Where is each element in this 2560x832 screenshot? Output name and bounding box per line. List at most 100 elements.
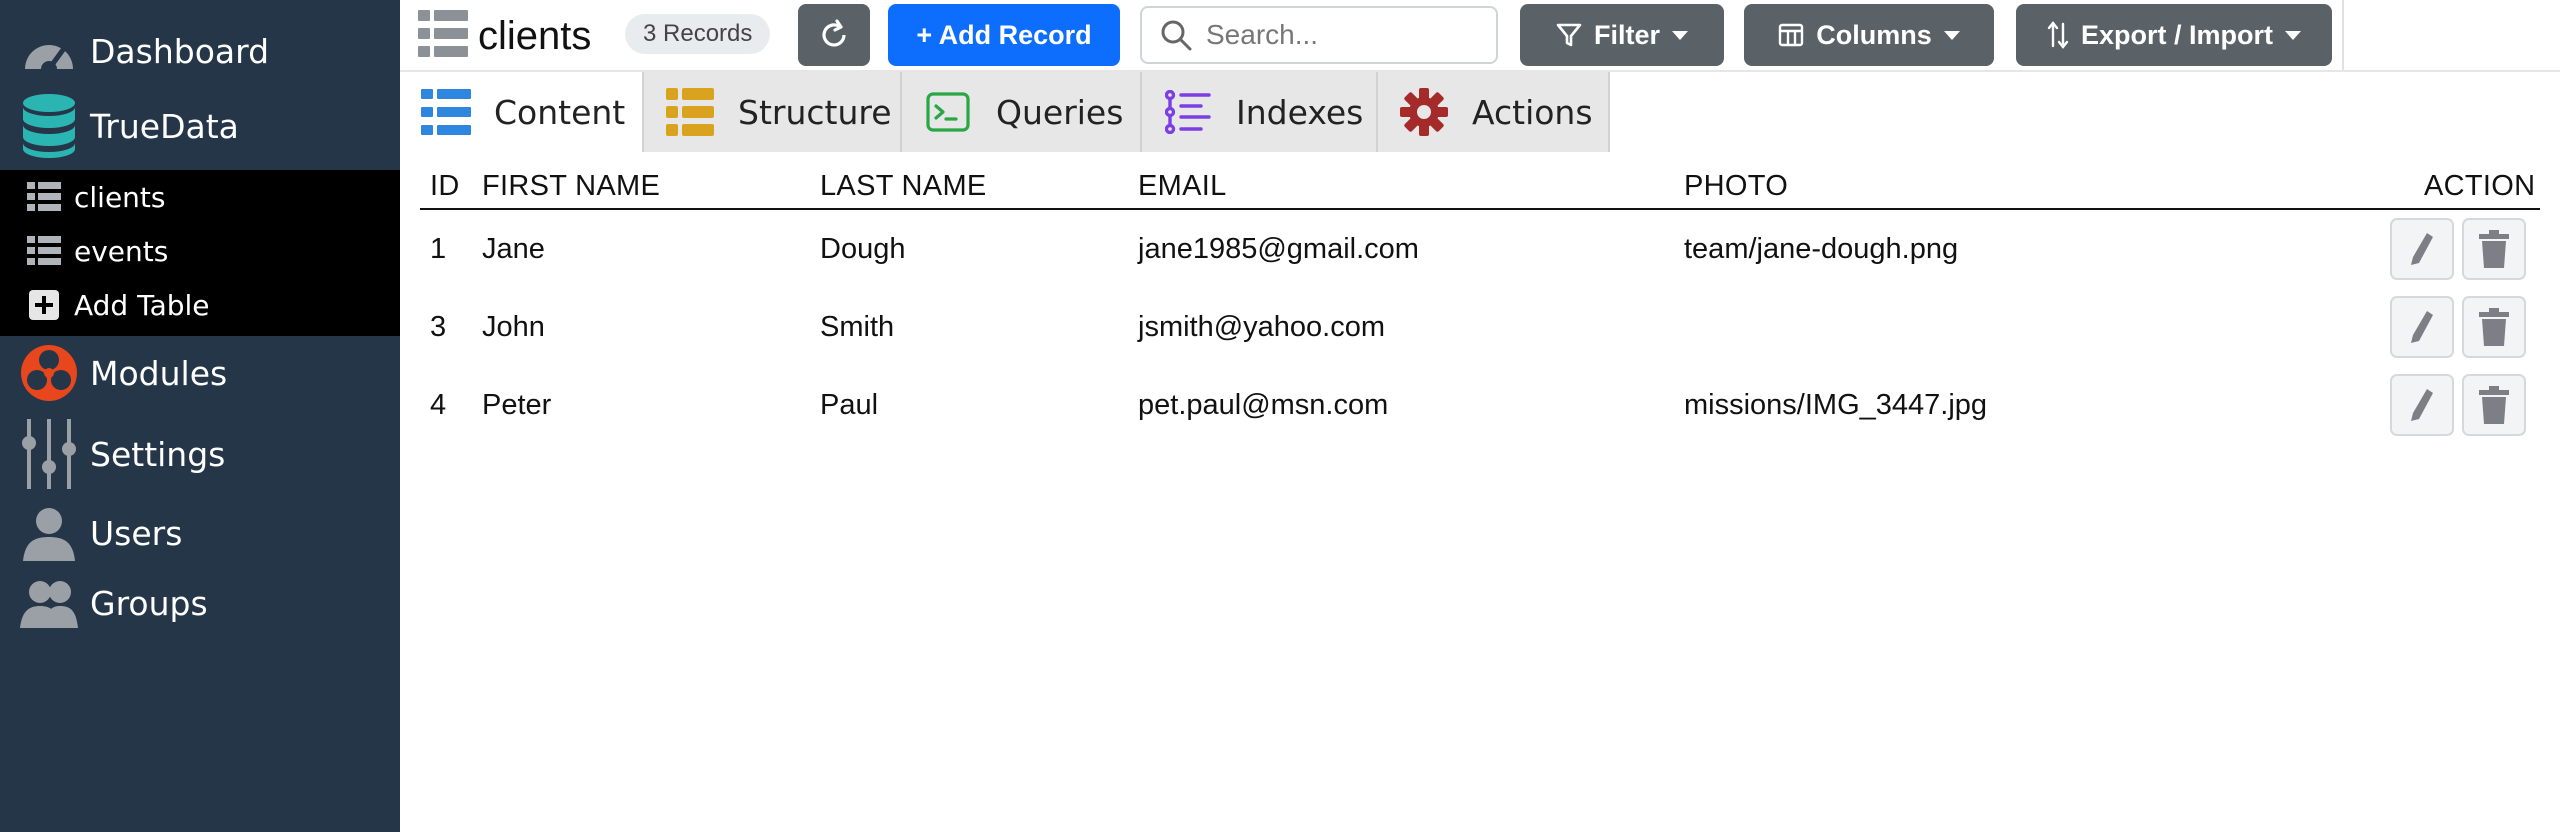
- tab-structure[interactable]: Structure: [644, 72, 902, 152]
- cell-last-name: Smith: [820, 311, 895, 343]
- database-icon: [20, 94, 78, 158]
- column-header-id[interactable]: ID: [430, 170, 460, 203]
- pencil-icon: [2411, 233, 2433, 265]
- sidebar-table-label: clients: [74, 180, 166, 214]
- cell-id: 1: [430, 233, 447, 265]
- export-import-label: Export / Import: [2080, 19, 2273, 50]
- sort-arrows-icon: [2047, 20, 2069, 50]
- table-icon: [420, 86, 472, 138]
- list-ordered-icon: [1162, 86, 1214, 138]
- tab-label: Actions: [1472, 92, 1593, 132]
- column-header-photo[interactable]: PHOTO: [1684, 170, 1788, 203]
- table-row: 1 Jane Dough jane1985@gmail.com team/jan…: [420, 210, 2540, 288]
- sidebar-item-truedata[interactable]: TrueData: [0, 88, 400, 164]
- pencil-icon: [2411, 311, 2433, 343]
- sidebar: Dashboard TrueData clients events Add Ta…: [0, 0, 400, 832]
- refresh-icon: [818, 19, 850, 51]
- filter-button[interactable]: Filter: [1520, 4, 1724, 66]
- chevron-down-icon: [2285, 30, 2301, 40]
- trash-icon: [2479, 230, 2509, 268]
- delete-record-button[interactable]: [2462, 218, 2526, 280]
- tab-label: Content: [494, 92, 626, 132]
- sidebar-table-label: Add Table: [74, 288, 210, 322]
- list-icon: [664, 86, 716, 138]
- column-header-first-name[interactable]: FIRST NAME: [482, 170, 660, 203]
- tab-queries[interactable]: Queries: [902, 72, 1142, 152]
- table-row: 3 John Smith jsmith@yahoo.com: [420, 288, 2540, 366]
- sidebar-table-clients[interactable]: clients: [0, 170, 400, 224]
- gear-icon: [1398, 86, 1450, 138]
- sidebar-table-events[interactable]: events: [0, 224, 400, 278]
- tab-indexes[interactable]: Indexes: [1142, 72, 1378, 152]
- chevron-down-icon: [1943, 30, 1960, 40]
- sidebar-item-label: Groups: [90, 583, 208, 623]
- cell-id: 4: [430, 389, 447, 421]
- delete-record-button[interactable]: [2462, 296, 2526, 358]
- cell-photo: missions/IMG_3447.jpg: [1684, 389, 1988, 421]
- users-icon: [20, 574, 78, 632]
- records-count-badge: 3 Records: [625, 14, 771, 54]
- sidebar-add-table[interactable]: Add Table: [0, 278, 400, 332]
- delete-record-button[interactable]: [2462, 374, 2526, 436]
- cell-first-name: John: [482, 311, 545, 343]
- user-icon: [20, 504, 78, 562]
- search-input[interactable]: [1204, 18, 1468, 52]
- cell-email: jsmith@yahoo.com: [1138, 311, 1386, 343]
- tab-label: Indexes: [1236, 92, 1364, 132]
- cell-last-name: Dough: [820, 233, 906, 265]
- table-icon: [26, 179, 62, 215]
- speedometer-icon: [20, 22, 78, 80]
- chevron-down-icon: [1672, 30, 1688, 40]
- columns-label: Columns: [1816, 19, 1932, 50]
- sidebar-item-settings[interactable]: Settings: [0, 416, 400, 492]
- pencil-icon: [2411, 389, 2433, 421]
- table-icon: [26, 233, 62, 269]
- modules-icon: [20, 344, 78, 402]
- toolbar: clients 3 Records + Add Record Filter: [400, 0, 2560, 72]
- filter-icon: [1556, 22, 1582, 48]
- cell-first-name: Jane: [482, 233, 545, 265]
- page-title: clients: [478, 14, 592, 58]
- filter-label: Filter: [1593, 19, 1660, 50]
- edit-record-button[interactable]: [2390, 296, 2454, 358]
- sidebar-table-label: events: [74, 234, 169, 268]
- sidebar-item-label: Settings: [90, 434, 226, 474]
- sidebar-item-label: TrueData: [90, 106, 239, 146]
- table-icon: [418, 10, 470, 62]
- cell-email: jane1985@gmail.com: [1138, 233, 1419, 265]
- trash-icon: [2479, 308, 2509, 346]
- export-import-button[interactable]: Export / Import: [2016, 4, 2332, 66]
- sliders-icon: [20, 419, 78, 489]
- cell-id: 3: [430, 311, 447, 343]
- table-row: 4 Peter Paul pet.paul@msn.com missions/I…: [420, 366, 2540, 444]
- column-header-email[interactable]: EMAIL: [1138, 170, 1227, 203]
- sidebar-item-label: Modules: [90, 353, 228, 393]
- search-box: [1140, 6, 1498, 64]
- tab-content[interactable]: Content: [400, 72, 644, 152]
- column-header-last-name[interactable]: LAST NAME: [820, 170, 987, 203]
- sidebar-item-label: Users: [90, 513, 183, 553]
- edit-record-button[interactable]: [2390, 374, 2454, 436]
- terminal-icon: [922, 86, 974, 138]
- add-record-button[interactable]: + Add Record: [888, 4, 1120, 66]
- sidebar-item-dashboard[interactable]: Dashboard: [0, 20, 400, 82]
- sidebar-item-label: Dashboard: [90, 31, 270, 71]
- sidebar-item-modules[interactable]: Modules: [0, 342, 400, 404]
- tab-actions[interactable]: Actions: [1378, 72, 1610, 152]
- tab-label: Structure: [738, 92, 892, 132]
- trash-icon: [2479, 386, 2509, 424]
- sidebar-item-groups[interactable]: Groups: [0, 572, 400, 634]
- cell-email: pet.paul@msn.com: [1138, 389, 1389, 421]
- cell-photo: team/jane-dough.png: [1684, 233, 1959, 265]
- edit-record-button[interactable]: [2390, 218, 2454, 280]
- toolbar-divider: [2342, 0, 2344, 70]
- refresh-button[interactable]: [798, 4, 870, 66]
- cell-last-name: Paul: [820, 389, 879, 421]
- tab-label: Queries: [996, 92, 1124, 132]
- plus-square-icon: [26, 287, 62, 323]
- search-icon: [1160, 19, 1192, 51]
- cell-first-name: Peter: [482, 389, 552, 421]
- columns-button[interactable]: Columns: [1744, 4, 1994, 66]
- sidebar-item-users[interactable]: Users: [0, 502, 400, 564]
- column-header-action: ACTION: [2424, 170, 2536, 202]
